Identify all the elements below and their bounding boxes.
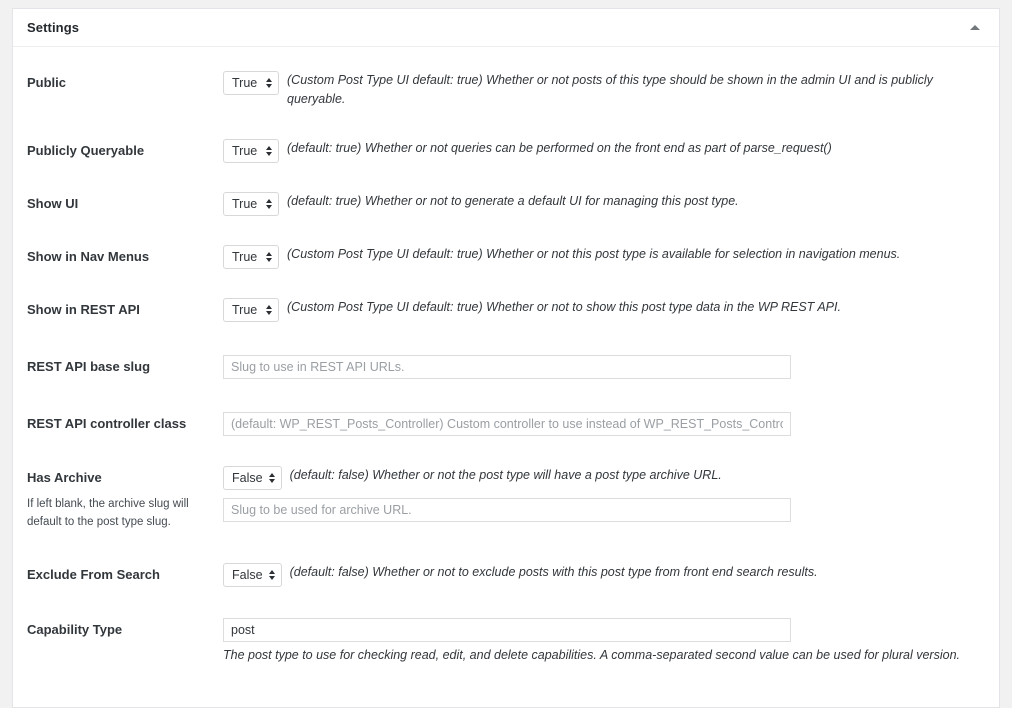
field-description-public: (Custom Post Type UI default: true) Whet…	[287, 73, 933, 107]
label-column-rest-api-base-slug: REST API base slug	[27, 355, 223, 377]
select-arrows-icon	[266, 304, 272, 315]
select-arrows-icon	[266, 251, 272, 262]
field-label-has-archive: Has Archive	[27, 469, 102, 485]
label-column-show-ui: Show UI	[27, 192, 223, 214]
input-has-archive-slug[interactable]	[223, 497, 791, 522]
field-description-exclude-from-search: (default: false) Whether or not to exclu…	[289, 564, 818, 579]
field-sublabel-has-archive: If left blank, the archive slug will def…	[27, 498, 189, 529]
settings-panel: Settings Public True (Custom Post Type U…	[12, 8, 1000, 708]
select-show-in-nav-menus-value: True	[232, 249, 258, 264]
select-has-archive-value: False	[232, 470, 263, 485]
caret-up-icon	[970, 25, 980, 30]
select-exclude-from-search[interactable]: False	[223, 562, 282, 587]
field-label-public: Public	[27, 75, 67, 90]
panel-body: Public True (Custom Post Type UI default…	[13, 47, 999, 685]
field-description-show-in-rest-api: (Custom Post Type UI default: true) Whet…	[287, 299, 841, 314]
control-column-has-archive: False (default: false) Whether or not th…	[223, 465, 985, 522]
input-rest-api-controller-class[interactable]	[223, 411, 791, 436]
field-description-show-in-nav-menus: (Custom Post Type UI default: true) Whet…	[287, 246, 901, 261]
field-row-publicly-queryable: Publicly Queryable True (default: true) …	[27, 138, 985, 163]
select-arrows-icon	[266, 78, 272, 88]
select-show-in-rest-api-value: True	[232, 302, 258, 317]
label-column-has-archive: Has Archive If left blank, the archive s…	[27, 466, 223, 532]
control-column-capability-type: The post type to use for checking read, …	[223, 617, 985, 665]
select-has-archive[interactable]: False	[223, 465, 282, 490]
label-column-public: Public	[27, 71, 223, 93]
select-arrows-icon	[268, 472, 275, 483]
field-row-show-in-nav-menus: Show in Nav Menus True (Custom Post Type…	[27, 244, 985, 269]
control-column-rest-api-base-slug	[223, 354, 985, 379]
field-row-capability-type: Capability Type The post type to use for…	[27, 617, 985, 665]
label-column-exclude-from-search: Exclude From Search	[27, 563, 223, 585]
select-arrows-icon	[268, 569, 275, 580]
field-label-rest-api-controller-class: REST API controller class	[27, 415, 187, 431]
field-row-public: Public True (Custom Post Type UI default…	[27, 71, 985, 110]
select-show-ui-value: True	[232, 196, 258, 211]
input-rest-api-base-slug[interactable]	[223, 354, 791, 379]
page-container: Settings Public True (Custom Post Type U…	[0, 0, 1012, 708]
panel-title: Settings	[27, 20, 80, 35]
select-arrows-icon	[266, 145, 272, 156]
select-arrows-icon	[266, 198, 272, 209]
control-column-show-ui: True (default: true) Whether or not to g…	[223, 191, 985, 216]
label-column-capability-type: Capability Type	[27, 618, 223, 640]
field-row-show-in-rest-api: Show in REST API True (Custom Post Type …	[27, 297, 985, 322]
control-column-publicly-queryable: True (default: true) Whether or not quer…	[223, 138, 985, 163]
field-row-show-ui: Show UI True (default: true) Whether or …	[27, 191, 985, 216]
field-label-show-in-nav-menus: Show in Nav Menus	[27, 248, 150, 264]
control-column-public: True (Custom Post Type UI default: true)…	[223, 71, 985, 110]
field-description-publicly-queryable: (default: true) Whether or not queries c…	[287, 140, 832, 155]
select-publicly-queryable[interactable]: True	[223, 138, 279, 163]
field-row-has-archive: Has Archive If left blank, the archive s…	[27, 465, 985, 532]
control-column-rest-api-controller-class	[223, 411, 985, 436]
label-column-show-in-nav-menus: Show in Nav Menus	[27, 245, 223, 267]
label-column-show-in-rest-api: Show in REST API	[27, 298, 223, 320]
panel-header: Settings	[13, 9, 999, 47]
panel-collapse-toggle-button[interactable]	[961, 14, 989, 42]
field-description-has-archive: (default: false) Whether or not the post…	[289, 467, 722, 482]
field-row-exclude-from-search: Exclude From Search False (default: fals…	[27, 562, 985, 587]
select-publicly-queryable-value: True	[232, 143, 258, 158]
field-label-publicly-queryable: Publicly Queryable	[27, 142, 145, 158]
field-row-rest-api-controller-class: REST API controller class	[27, 411, 985, 436]
label-column-publicly-queryable: Publicly Queryable	[27, 139, 223, 161]
control-column-exclude-from-search: False (default: false) Whether or not to…	[223, 562, 985, 587]
field-label-show-ui: Show UI	[27, 195, 79, 211]
label-column-rest-api-controller-class: REST API controller class	[27, 412, 223, 434]
field-label-show-in-rest-api: Show in REST API	[27, 301, 140, 317]
input-capability-type[interactable]	[223, 617, 791, 642]
select-exclude-from-search-value: False	[232, 567, 263, 582]
select-show-in-nav-menus[interactable]: True	[223, 244, 279, 269]
field-label-exclude-from-search: Exclude From Search	[27, 566, 160, 582]
field-label-rest-api-base-slug: REST API base slug	[27, 358, 151, 374]
select-public[interactable]: True	[223, 71, 279, 95]
control-column-show-in-nav-menus: True (Custom Post Type UI default: true)…	[223, 244, 985, 269]
select-show-in-rest-api[interactable]: True	[223, 297, 279, 322]
field-row-rest-api-base-slug: REST API base slug	[27, 354, 985, 379]
field-description-capability-type: The post type to use for checking read, …	[223, 647, 960, 662]
select-show-ui[interactable]: True	[223, 191, 279, 216]
control-column-show-in-rest-api: True (Custom Post Type UI default: true)…	[223, 297, 985, 322]
field-label-capability-type: Capability Type	[27, 621, 123, 637]
field-description-show-ui: (default: true) Whether or not to genera…	[287, 193, 739, 208]
select-public-value: True	[232, 76, 258, 90]
